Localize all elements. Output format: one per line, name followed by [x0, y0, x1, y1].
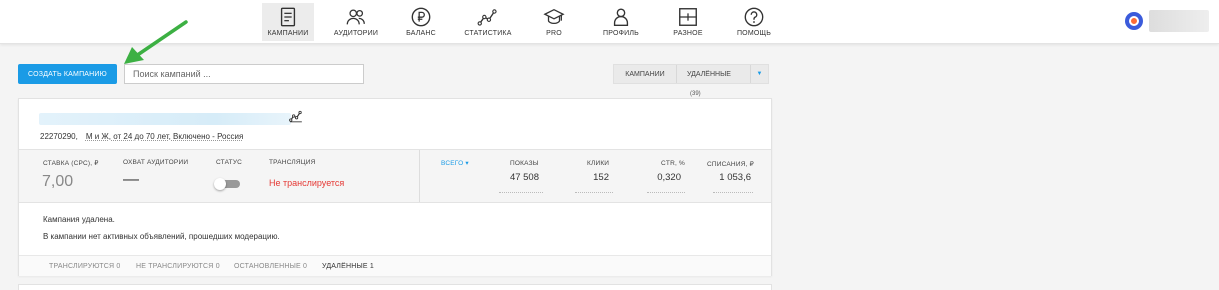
user-name-redacted — [1149, 10, 1209, 32]
period-label: ВСЕГО — [441, 160, 464, 167]
broadcast-status: Не транслируется — [269, 178, 345, 188]
misc-icon — [679, 8, 697, 26]
tab-stopped[interactable]: ОСТАНОВЛЕННЫЕ 0 — [234, 263, 307, 270]
reach-value: — — [123, 171, 139, 188]
nav-label: СТАТИСТИКА — [464, 30, 512, 37]
ctr-value: 0,320 — [657, 172, 681, 183]
campaigns-icon — [280, 7, 296, 27]
spend-value: 1 053,6 — [719, 172, 751, 183]
statistics-icon — [477, 9, 497, 26]
impressions-value: 47 508 — [509, 172, 539, 183]
broadcast-label: ТРАНСЛЯЦИЯ — [269, 159, 316, 166]
tab-not-broadcasting[interactable]: НЕ ТРАНСЛИРУЮТСЯ 0 — [136, 263, 220, 270]
period-select[interactable]: ВСЕГО ▾ — [441, 159, 469, 167]
rate-label: СТАВКА (CPC), ₽ — [43, 160, 99, 167]
deleted-count: (39) — [690, 91, 701, 97]
nav-label: АУДИТОРИИ — [333, 30, 379, 37]
filter-campaigns-button[interactable]: КАМПАНИИ — [614, 65, 676, 83]
annotation-arrow-icon — [124, 20, 188, 64]
stats-divider — [419, 150, 420, 202]
tab-deleted[interactable]: УДАЛЁННЫЕ 1 — [322, 263, 374, 270]
filter-dropdown-button[interactable]: ▼ — [750, 65, 768, 83]
clicks-value: 152 — [593, 172, 609, 183]
reach-label: ОХВАТ АУДИТОРИИ — [123, 159, 189, 166]
no-ads-note: В кампании нет активных объявлений, прош… — [43, 232, 280, 241]
campaign-filter: КАМПАНИИ УДАЛЁННЫЕ ▼ — [613, 64, 769, 84]
ctr-label: CTR, % — [661, 160, 685, 167]
nav-label: КАМПАНИИ — [267, 30, 309, 37]
nav-misc[interactable]: РАЗНОЕ — [666, 3, 710, 41]
nav-help[interactable]: ПОМОЩЬ — [732, 3, 776, 41]
profile-icon — [613, 8, 629, 26]
audiences-icon — [346, 9, 365, 25]
dotted-underline — [647, 192, 685, 193]
dotted-underline — [713, 192, 753, 193]
clicks-label: КЛИКИ — [587, 160, 610, 167]
nav-label: РАЗНОЕ — [673, 30, 703, 37]
nav-statistics[interactable]: СТАТИСТИКА — [460, 3, 516, 41]
caret-down-icon: ▾ — [463, 160, 469, 167]
nav-label: ПРОФИЛЬ — [603, 30, 639, 37]
pro-icon — [543, 8, 565, 25]
nav-label: PRO — [546, 30, 562, 37]
campaign-id: 22270290, — [40, 132, 78, 141]
ad-status-tabs: ТРАНСЛИРУЮТСЯ 0 НЕ ТРАНСЛИРУЮТСЯ 0 ОСТАН… — [19, 255, 771, 276]
nav-balance[interactable]: БАЛАНС — [397, 3, 445, 41]
tab-broadcasting[interactable]: ТРАНСЛИРУЮТСЯ 0 — [49, 263, 121, 270]
nav-label: ПОМОЩЬ — [736, 30, 772, 37]
nav-audiences[interactable]: АУДИТОРИИ — [330, 3, 382, 41]
balance-icon — [411, 7, 431, 27]
status-toggle[interactable] — [214, 178, 240, 190]
nav-campaigns[interactable]: КАМПАНИИ — [262, 3, 314, 41]
campaign-statistics-icon[interactable] — [289, 109, 303, 123]
nav-pro[interactable]: PRO — [534, 3, 574, 41]
impressions-label: ПОКАЗЫ — [510, 160, 539, 167]
campaign-targeting[interactable]: М и Ж, от 24 до 70 лет, Включено - Росси… — [86, 132, 243, 141]
dotted-underline — [575, 192, 613, 193]
search-input[interactable] — [124, 64, 364, 84]
rate-value[interactable]: 7,00 — [42, 173, 73, 191]
dotted-underline — [499, 192, 543, 193]
avatar — [1125, 12, 1143, 30]
campaign-stats: СТАВКА (CPC), ₽ 7,00 ОХВАТ АУДИТОРИИ — С… — [19, 149, 771, 203]
status-label: СТАТУС — [216, 159, 243, 166]
nav-label: БАЛАНС — [406, 30, 436, 37]
create-campaign-button[interactable]: СОЗДАТЬ КАМПАНИЮ — [18, 64, 117, 84]
campaign-card: 22270290, М и Ж, от 24 до 70 лет, Включен… — [18, 98, 772, 276]
next-campaign-card — [18, 284, 772, 290]
filter-deleted-button[interactable]: УДАЛЁННЫЕ — [676, 65, 750, 83]
campaign-meta: 22270290, М и Ж, от 24 до 70 лет, Включен… — [40, 132, 243, 141]
spend-label: СПИСАНИЯ, ₽ — [707, 161, 754, 168]
user-menu[interactable] — [1125, 10, 1209, 32]
campaign-title-redacted[interactable] — [39, 113, 291, 125]
nav-profile[interactable]: ПРОФИЛЬ — [597, 3, 645, 41]
deleted-note: Кампания удалена. — [43, 215, 115, 224]
chevron-down-icon: ▼ — [756, 71, 763, 77]
help-icon — [744, 7, 764, 27]
